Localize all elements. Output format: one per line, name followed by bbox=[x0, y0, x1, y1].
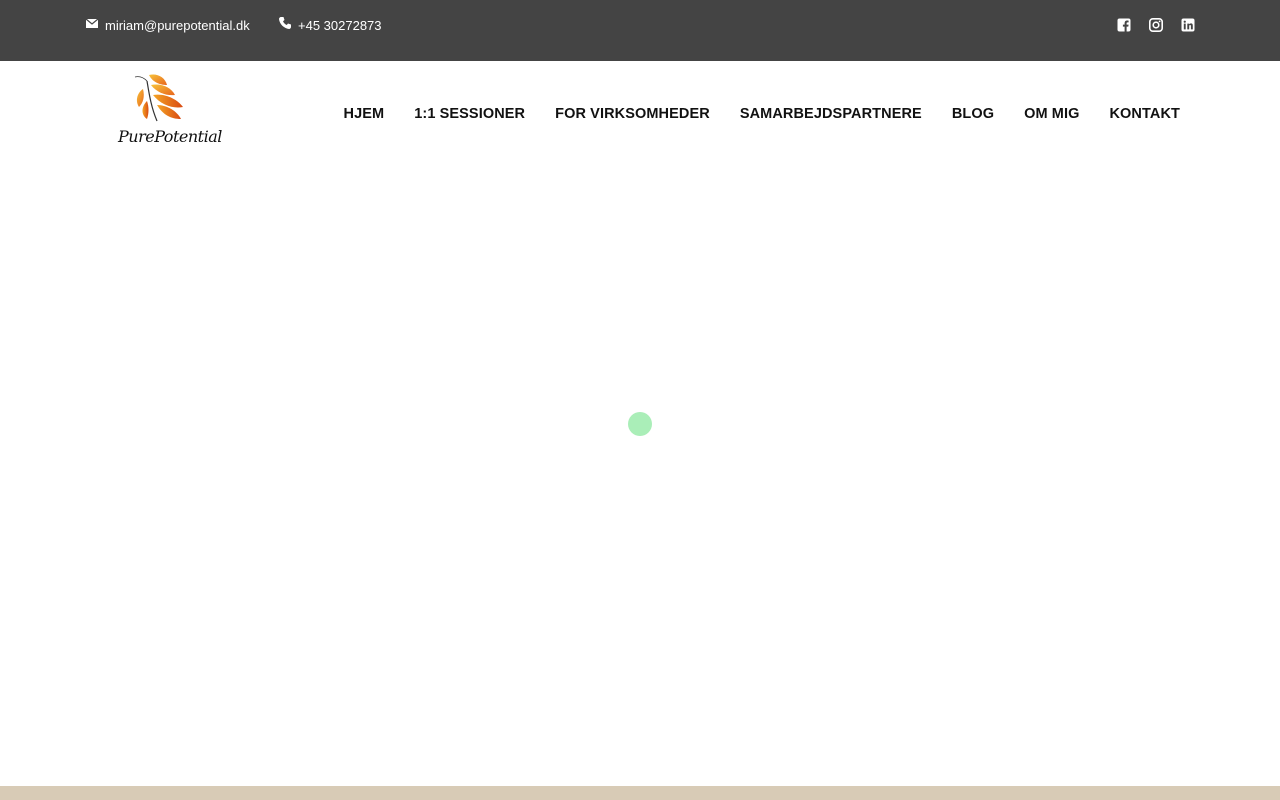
phone-text: +45 30272873 bbox=[298, 18, 382, 33]
facebook-icon[interactable] bbox=[1117, 18, 1131, 32]
nav-item-for-virksomheder[interactable]: FOR VIRKSOMHEDER bbox=[555, 106, 710, 122]
linkedin-icon[interactable] bbox=[1181, 18, 1195, 32]
main-header: PurePotential HJEM 1:1 SESSIONER FOR VIR… bbox=[0, 61, 1280, 171]
nav-item-samarbejdspartnere[interactable]: SAMARBEJDSPARTNERE bbox=[740, 106, 922, 122]
email-text: miriam@purepotential.dk bbox=[105, 18, 250, 33]
main-nav: HJEM 1:1 SESSIONER FOR VIRKSOMHEDER SAMA… bbox=[344, 106, 1180, 122]
instagram-icon[interactable] bbox=[1149, 18, 1163, 32]
phone-link[interactable]: +45 30272873 bbox=[278, 16, 382, 36]
logo-text: PurePotential bbox=[118, 127, 222, 146]
nav-item-kontakt[interactable]: KONTAKT bbox=[1109, 106, 1180, 122]
top-bar: miriam@purepotential.dk +45 30272873 bbox=[0, 0, 1280, 61]
phone-icon bbox=[279, 17, 291, 29]
social-links bbox=[1117, 18, 1195, 32]
footer-strip bbox=[0, 786, 1280, 800]
butterfly-icon bbox=[134, 74, 183, 122]
nav-item-sessioner[interactable]: 1:1 SESSIONER bbox=[414, 106, 525, 122]
nav-item-om-mig[interactable]: OM MIG bbox=[1024, 106, 1079, 122]
envelope-icon bbox=[85, 18, 99, 28]
logo[interactable]: PurePotential bbox=[113, 71, 222, 151]
nav-item-hjem[interactable]: HJEM bbox=[344, 106, 385, 122]
nav-item-blog[interactable]: BLOG bbox=[952, 106, 994, 122]
loading-indicator bbox=[628, 412, 652, 436]
email-link[interactable]: miriam@purepotential.dk bbox=[85, 16, 250, 36]
